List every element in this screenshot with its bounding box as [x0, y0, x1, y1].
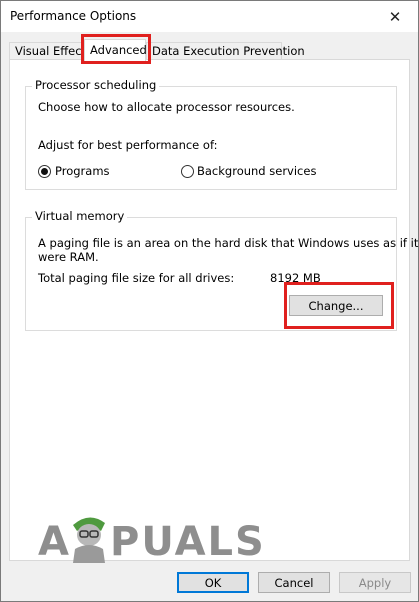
background-services-radio[interactable] — [181, 165, 194, 178]
background-services-label[interactable]: Background services — [197, 164, 316, 178]
programs-label[interactable]: Programs — [55, 164, 110, 178]
tab-data-execution-prevention[interactable]: Data Execution Prevention — [146, 42, 305, 60]
window-title: Performance Options — [10, 9, 137, 23]
tab-strip: Visual Effects Advanced Data Execution P… — [1, 32, 418, 61]
processor-scheduling-title: Processor scheduling — [32, 78, 160, 92]
watermark-word: PUALS — [110, 519, 266, 565]
close-icon: ✕ — [388, 7, 402, 26]
cancel-button[interactable]: Cancel — [258, 572, 330, 593]
virtual-memory-description-line2: were RAM. — [38, 250, 99, 264]
total-paging-label: Total paging file size for all drives: — [38, 271, 235, 285]
apply-button[interactable]: Apply — [339, 572, 411, 593]
ok-button[interactable]: OK — [177, 572, 249, 593]
watermark-mascot-icon — [73, 517, 105, 563]
processor-scheduling-group: Processor scheduling Choose how to alloc… — [25, 78, 397, 190]
advanced-tab-highlight — [81, 34, 151, 64]
programs-radio[interactable] — [38, 165, 51, 178]
virtual-memory-description-line1: A paging file is an area on the hard dis… — [38, 236, 419, 250]
change-button-highlight — [284, 282, 394, 329]
performance-options-window: Performance Options ✕ Visual Effects Adv… — [0, 0, 419, 602]
adjust-label: Adjust for best performance of: — [38, 138, 218, 152]
close-button[interactable]: ✕ — [372, 1, 418, 32]
title-bar: Performance Options ✕ — [1, 1, 418, 32]
watermark-logo: A PUALS — [38, 517, 264, 569]
virtual-memory-title: Virtual memory — [32, 209, 128, 223]
processor-description: Choose how to allocate processor resourc… — [38, 100, 295, 114]
tab-visual-effects[interactable]: Visual Effects — [9, 42, 92, 60]
